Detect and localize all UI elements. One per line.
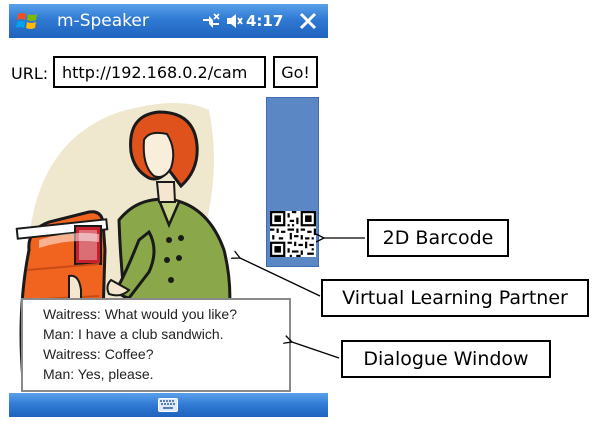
close-icon <box>299 12 317 30</box>
bottom-taskbar <box>9 393 328 417</box>
url-input[interactable] <box>53 56 266 88</box>
keyboard-icon[interactable] <box>158 398 178 412</box>
app-title: m-Speaker <box>57 11 149 31</box>
dialogue-window[interactable]: Waitress: What would you like? Man: I ha… <box>21 298 291 392</box>
qr-code-icon[interactable] <box>270 211 316 257</box>
dialogue-line: Man: I have a club sandwich. <box>43 326 224 342</box>
connectivity-icon[interactable] <box>201 13 221 30</box>
title-bar: m-Speaker 4:17 <box>9 4 328 38</box>
callout-dialogue-window: Dialogue Window <box>341 340 551 378</box>
dialogue-line: Waitress: What would you like? <box>43 306 237 322</box>
close-button[interactable] <box>294 7 322 35</box>
callout-2d-barcode: 2D Barcode <box>367 219 509 257</box>
dialogue-line: Waitress: Coffee? <box>43 346 154 362</box>
volume-icon[interactable] <box>225 12 243 30</box>
device-screen: m-Speaker 4:17 URL: Go! <box>9 4 328 417</box>
go-button[interactable]: Go! <box>273 56 318 88</box>
callout-virtual-learning-partner: Virtual Learning Partner <box>321 279 589 317</box>
clock: 4:17 <box>246 12 284 30</box>
barcode-panel <box>266 97 319 267</box>
dialogue-line: Man: Yes, please. <box>43 366 154 382</box>
url-label: URL: <box>11 64 49 83</box>
windows-start-icon[interactable] <box>15 9 41 33</box>
